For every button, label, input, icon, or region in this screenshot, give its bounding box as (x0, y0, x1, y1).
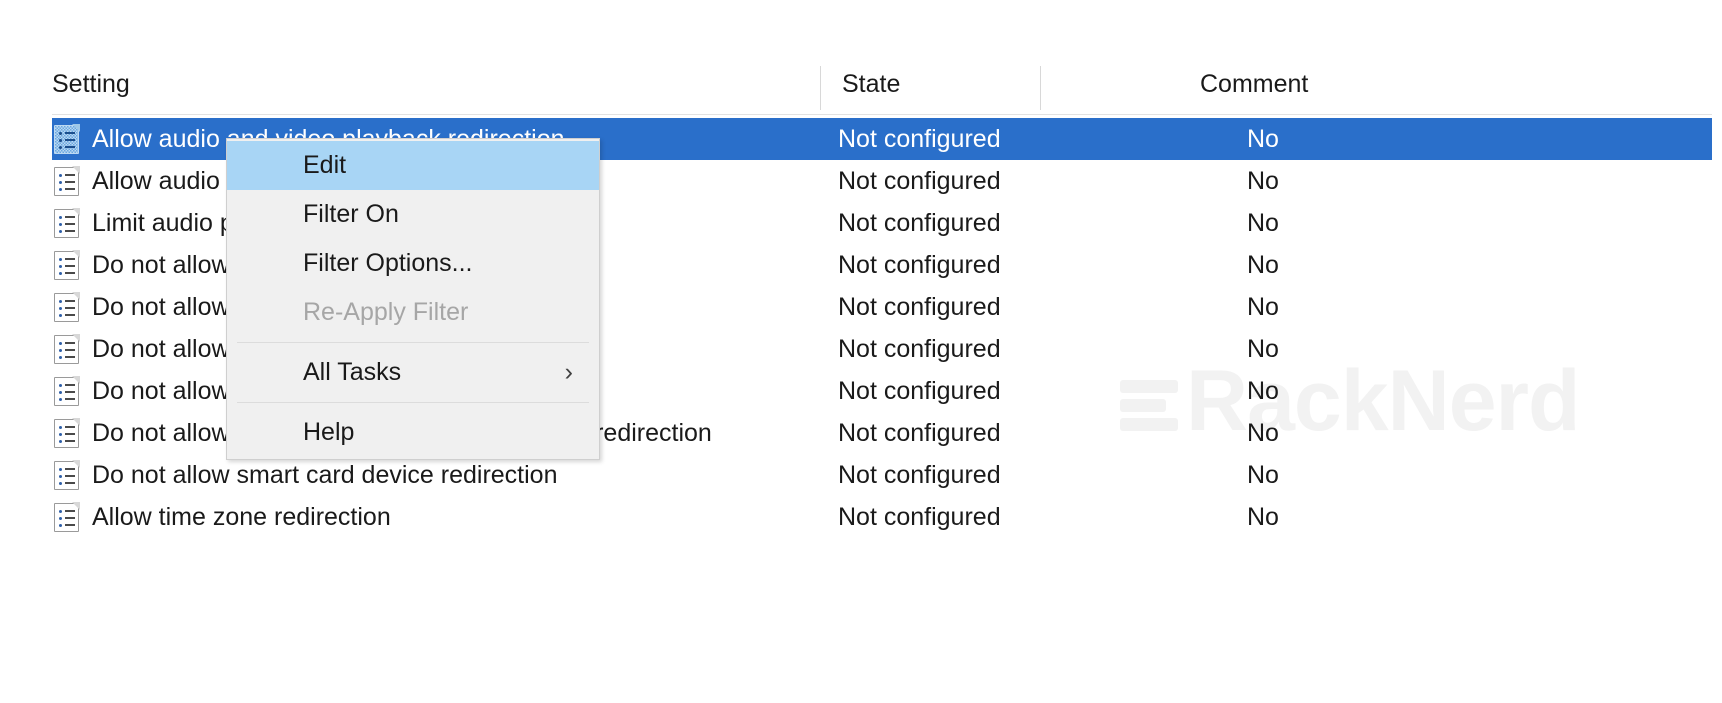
cell-state: Not configured (838, 335, 1001, 363)
cell-state: Not configured (838, 419, 1001, 447)
cell-comment: No (1247, 209, 1279, 237)
cell-setting: Allow time zone redirection (92, 503, 391, 531)
menu-item-label: All Tasks (303, 358, 402, 386)
column-separator[interactable] (1040, 66, 1041, 110)
cell-setting: Do not allow smart card device redirecti… (92, 461, 558, 489)
menu-item-edit[interactable]: Edit (227, 141, 599, 190)
policy-setting-icon (54, 418, 81, 449)
policy-setting-icon (54, 502, 81, 533)
column-header-state[interactable]: State (842, 70, 900, 99)
cell-comment: No (1247, 167, 1279, 195)
policy-setting-icon (54, 376, 81, 407)
menu-item-label: Filter On (303, 200, 399, 228)
cell-comment: No (1247, 293, 1279, 321)
policy-setting-icon (54, 292, 81, 323)
menu-item-re-apply-filter: Re-Apply Filter (227, 288, 599, 337)
cell-state: Not configured (838, 461, 1001, 489)
policy-setting-icon (54, 334, 81, 365)
menu-item-filter-on[interactable]: Filter On (227, 190, 599, 239)
cell-state: Not configured (838, 251, 1001, 279)
menu-separator (237, 402, 589, 403)
menu-item-filter-options[interactable]: Filter Options... (227, 239, 599, 288)
cell-comment: No (1247, 335, 1279, 363)
policy-setting-icon (54, 460, 81, 491)
cell-state: Not configured (838, 167, 1001, 195)
cell-comment: No (1247, 251, 1279, 279)
menu-item-label: Re-Apply Filter (303, 298, 469, 326)
menu-item-help[interactable]: Help (227, 408, 599, 457)
table-row[interactable]: Do not allow smart card device redirecti… (52, 454, 1712, 496)
policy-setting-icon (54, 208, 81, 239)
menu-item-label: Edit (303, 151, 347, 179)
column-header-row: Setting State Comment (52, 66, 1712, 110)
policy-setting-icon (54, 250, 81, 281)
table-row[interactable]: Allow time zone redirection Not configure… (52, 496, 1712, 538)
cell-comment: No (1247, 125, 1279, 153)
column-header-setting[interactable]: Setting (52, 70, 130, 99)
cell-comment: No (1247, 503, 1279, 531)
column-header-comment[interactable]: Comment (1200, 70, 1308, 99)
cell-state: Not configured (838, 125, 1001, 153)
menu-item-label: Filter Options... (303, 249, 473, 277)
policy-setting-icon (54, 166, 81, 197)
cell-state: Not configured (838, 503, 1001, 531)
menu-item-all-tasks[interactable]: All Tasks › (227, 348, 599, 397)
header-divider (52, 114, 1712, 115)
cell-state: Not configured (838, 209, 1001, 237)
cell-state: Not configured (838, 377, 1001, 405)
column-separator[interactable] (820, 66, 821, 110)
menu-item-label: Help (303, 418, 355, 446)
cell-state: Not configured (838, 293, 1001, 321)
cell-comment: No (1247, 461, 1279, 489)
policy-setting-icon-selected (54, 124, 81, 155)
menu-separator (237, 342, 589, 343)
cell-comment: No (1247, 419, 1279, 447)
context-menu[interactable]: Edit Filter On Filter Options... Re-Apply F… (226, 138, 600, 460)
chevron-right-icon: › (564, 358, 573, 386)
cell-comment: No (1247, 377, 1279, 405)
